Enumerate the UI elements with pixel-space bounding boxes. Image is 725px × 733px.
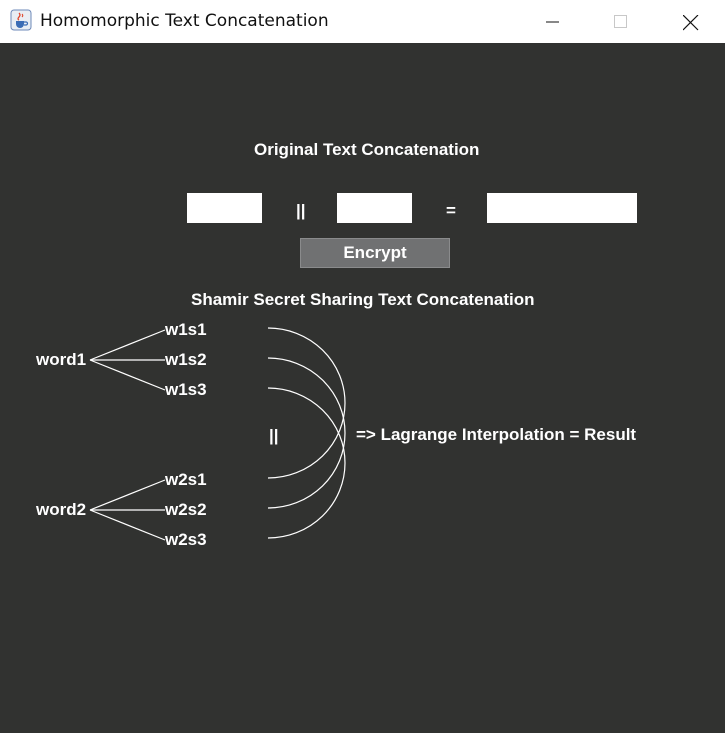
main-panel: Original Text Concatenation || = Encrypt… bbox=[0, 43, 725, 733]
java-cup-icon bbox=[10, 9, 32, 31]
word2-branch-line bbox=[89, 509, 166, 541]
word1-branch-line bbox=[89, 329, 166, 361]
close-button[interactable] bbox=[655, 0, 725, 43]
close-icon bbox=[683, 15, 699, 31]
lagrange-result-label: => Lagrange Interpolation = Result bbox=[356, 425, 637, 444]
word2-label: word2 bbox=[36, 500, 87, 519]
maximize-button[interactable] bbox=[586, 0, 656, 43]
window-title: Homomorphic Text Concatenation bbox=[40, 11, 329, 31]
share-label-w1s1: w1s1 bbox=[165, 320, 207, 339]
share-label-w2s3: w2s3 bbox=[165, 530, 207, 549]
shares-diagram bbox=[89, 327, 346, 541]
minimize-icon bbox=[546, 21, 559, 23]
share-label-w2s2: w2s2 bbox=[165, 500, 207, 519]
share-pair-arc bbox=[267, 327, 346, 479]
share-pair-arc bbox=[267, 387, 346, 539]
window-titlebar: Homomorphic Text Concatenation bbox=[0, 0, 725, 43]
share-label-w1s3: w1s3 bbox=[165, 380, 207, 399]
shares-concat-operator: || bbox=[269, 426, 279, 445]
word1-branch-line bbox=[89, 359, 166, 391]
maximize-icon bbox=[614, 15, 627, 28]
share-pair-arc bbox=[267, 357, 346, 509]
word1-label: word1 bbox=[36, 350, 87, 369]
share-label-w1s2: w1s2 bbox=[165, 350, 207, 369]
word2-branch-line bbox=[89, 479, 166, 511]
share-label-w2s1: w2s1 bbox=[165, 470, 207, 489]
minimize-button[interactable] bbox=[518, 0, 588, 43]
